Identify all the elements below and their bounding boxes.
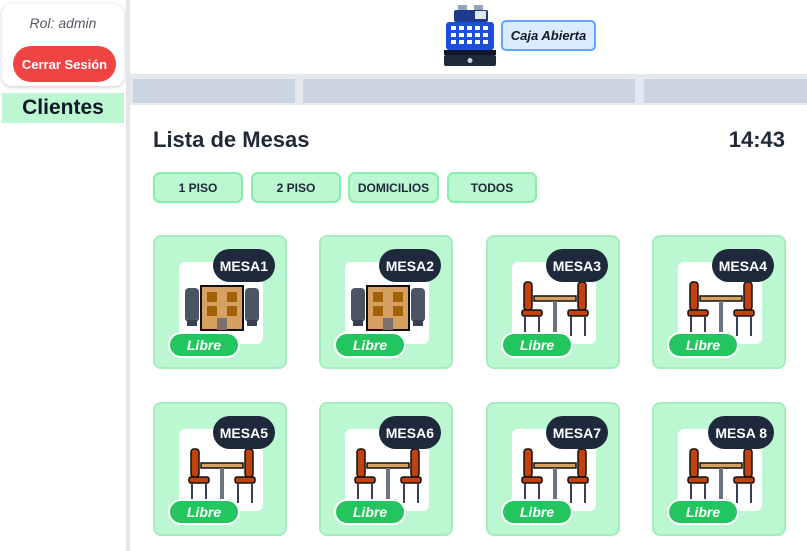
user-card: Rol: admin Cerrar Sesión: [2, 4, 124, 86]
table-card[interactable]: MESA3 Libre: [486, 235, 620, 369]
filter-domicilios-button[interactable]: DOMICILIOS: [348, 172, 439, 203]
nav-item-clientes[interactable]: Clientes: [2, 93, 124, 123]
table-name-badge: MESA4: [711, 249, 774, 282]
table-status-badge: Libre: [667, 332, 739, 358]
strip-segment: [133, 79, 295, 103]
filter-todos-button[interactable]: TODOS: [447, 172, 537, 203]
table-chairs-icon: [521, 448, 589, 503]
table-status-badge: Libre: [168, 332, 240, 358]
table-status-badge: Libre: [334, 332, 406, 358]
table-chairs-icon: [521, 281, 589, 336]
cash-register-icon: [444, 5, 496, 66]
table-name-badge: MESA3: [545, 249, 608, 282]
table-status-badge: Libre: [334, 499, 406, 525]
table-card[interactable]: MESA2 Libre: [319, 235, 453, 369]
table-status-badge: Libre: [667, 499, 739, 525]
table-chairs-icon: [188, 448, 256, 503]
table-card[interactable]: MESA6 Libre: [319, 402, 453, 536]
table-status-badge: Libre: [501, 499, 573, 525]
logout-button[interactable]: Cerrar Sesión: [13, 46, 116, 82]
clock: 14:43: [728, 127, 785, 152]
page-title: Lista de Mesas: [153, 127, 310, 152]
strip-segment: [303, 79, 635, 103]
table-chairs-icon: [687, 448, 755, 503]
table-card[interactable]: MESA1 Libre: [153, 235, 287, 369]
building-chairs-icon: [185, 285, 259, 331]
sidebar: Rol: admin Cerrar Sesión Clientes: [0, 0, 126, 551]
role-label: Rol: admin: [29, 15, 97, 31]
strip-segment: [644, 79, 807, 103]
table-name-badge: MESA1: [212, 249, 275, 282]
table-chairs-icon: [687, 281, 755, 336]
table-card[interactable]: MESA7 Libre: [486, 402, 620, 536]
caja-status-badge: Caja Abierta: [501, 20, 596, 51]
app-root: Rol: admin Cerrar Sesión Clientes Caja A…: [0, 0, 807, 551]
table-card[interactable]: MESA4 Libre: [652, 235, 786, 369]
table-name-badge: MESA7: [545, 416, 608, 449]
filter-1-piso-button[interactable]: 1 PISO: [153, 172, 243, 203]
filter-2-piso-button[interactable]: 2 PISO: [251, 172, 341, 203]
table-card[interactable]: MESA5 Libre: [153, 402, 287, 536]
building-chairs-icon: [351, 285, 425, 331]
table-name-badge: MESA 8: [708, 416, 774, 449]
table-status-badge: Libre: [501, 332, 573, 358]
table-chairs-icon: [354, 448, 422, 503]
table-name-badge: MESA2: [378, 249, 441, 282]
table-name-badge: MESA5: [212, 416, 275, 449]
table-status-badge: Libre: [168, 499, 240, 525]
top-strip: [130, 74, 807, 105]
table-name-badge: MESA6: [378, 416, 441, 449]
table-card[interactable]: MESA 8 Libre: [652, 402, 786, 536]
